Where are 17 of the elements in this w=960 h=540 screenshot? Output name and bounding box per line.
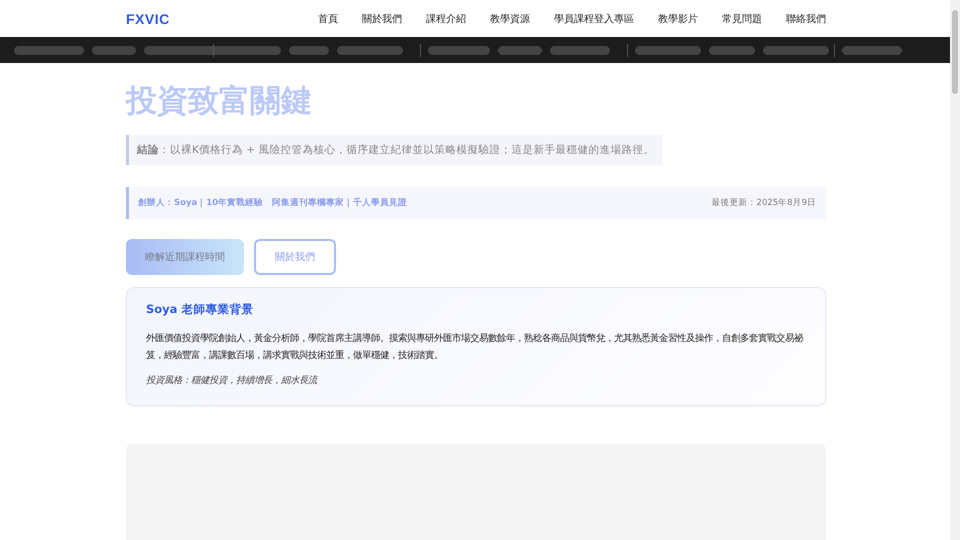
nav-link[interactable]: 常見問題 xyxy=(722,12,762,26)
author-info: 創辦人：Soya｜10年實戰經驗 阿集週刊專欄專家｜千人學員見證 xyxy=(138,197,408,209)
hero-title: 投資致富關鍵 xyxy=(126,82,312,121)
nav-link[interactable]: 課程介紹 xyxy=(426,12,466,26)
conclusion-note: 結論：以裸K價格行為 + 風險控管為核心，循序建立紀律並以策略模擬驗證；這是新手最穩健的進場路徑。 xyxy=(126,135,662,165)
nav-link[interactable]: 關於我們 xyxy=(362,12,402,26)
scrollbar[interactable] xyxy=(950,0,960,540)
update-date: 最後更新：2025年8月9日 xyxy=(712,197,816,209)
nav-link[interactable]: 聯絡我們 xyxy=(786,12,826,26)
nav-link[interactable]: 教學資源 xyxy=(490,12,530,26)
card-title: Soya 老師專業背景 xyxy=(146,302,254,317)
nav-link[interactable]: 教學影片 xyxy=(658,12,698,26)
nav-link[interactable]: 首頁 xyxy=(318,12,338,26)
bio-text: 外匯價值投資學院創始人，黃金分析師，學院首席主講導師。摸索與專研外匯市場交易數餘年，熟稔各商品與貨幣兌，尤其熟悉黃金習性及操作，自創多套實戰交易祕笈，經驗豐富，講課數百場，講求實戰與技術並重，做單穩健，技術踏實。 xyxy=(146,332,804,363)
nav-link[interactable]: 學員課程登入專區 xyxy=(554,12,634,26)
style-note: 投資風格：穩健投資，持續增長，細水長流 xyxy=(146,374,320,387)
site-logo[interactable]: FXVIC xyxy=(126,10,170,26)
